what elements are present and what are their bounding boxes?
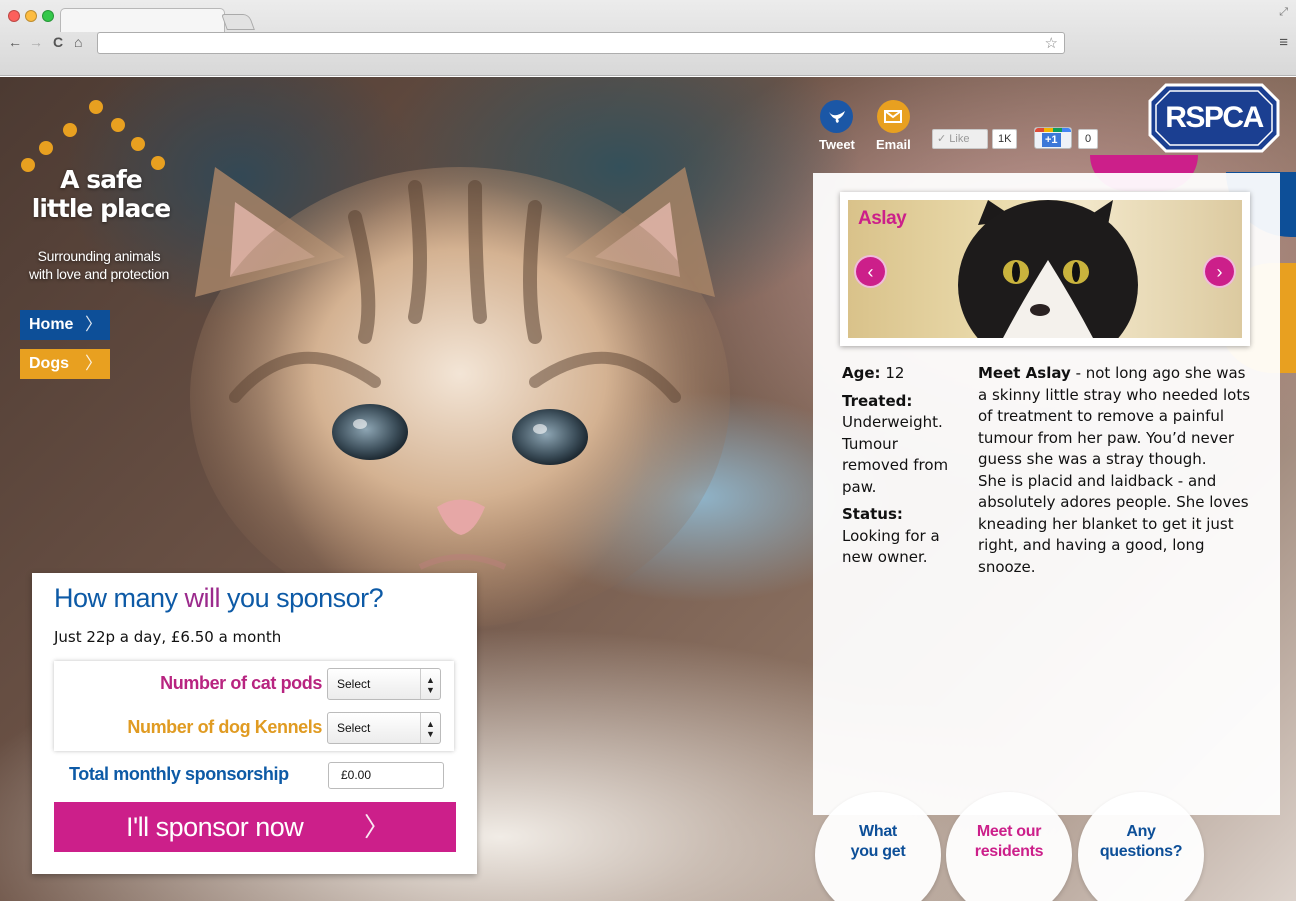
tagline-line-1: Surrounding animals — [37, 248, 161, 264]
tweet-button[interactable]: Tweet — [819, 100, 855, 152]
status-value: Looking for a new owner. — [842, 526, 940, 567]
treated-fact: Treated: Underweight. Tumour removed fro… — [842, 391, 962, 499]
bio-paragraph-2: She is placid and laidback - and absolut… — [978, 471, 1249, 576]
reload-icon[interactable]: C — [53, 34, 63, 50]
close-window-button[interactable] — [8, 10, 20, 22]
what-line-1: What — [859, 823, 897, 840]
sponsor-now-label: I'll sponsor now — [126, 812, 304, 842]
hero-page: A safe little place Surrounding animals … — [0, 77, 1296, 901]
sponsor-box: How many will you sponsor? Just 22p a da… — [32, 573, 477, 874]
envelope-icon — [876, 100, 910, 133]
resident-name: Aslay — [858, 208, 907, 229]
gplus-color-bar — [1035, 128, 1071, 132]
rspca-logo-text: RSPCA — [1165, 101, 1264, 134]
logo-tagline: Surrounding animals with love and protec… — [14, 247, 184, 283]
logo-title-line-2: little place — [31, 194, 171, 223]
sponsor-title-will: will — [184, 583, 221, 613]
browser-toolbar: ← → C ⌂ ☆ ≡ — [0, 30, 1296, 58]
minimize-window-button[interactable] — [25, 10, 37, 22]
kitten-hero-image — [190, 167, 730, 627]
tagline-line-2: with love and protection — [29, 266, 169, 282]
sponsor-title-part-a: How many — [54, 583, 185, 613]
select-arrows-icon: ▲ ▼ — [420, 669, 440, 699]
zoom-window-button[interactable] — [42, 10, 54, 22]
back-icon[interactable]: ← — [8, 34, 22, 50]
status-label: Status: — [842, 505, 903, 523]
meet-line-2: residents — [974, 843, 1044, 860]
browser-chrome: ⤢ ← → C ⌂ ☆ ≡ — [0, 0, 1296, 76]
treated-label: Treated: — [842, 391, 913, 410]
nav-home-button[interactable]: Home 〉 — [20, 310, 110, 340]
age-fact: Age: 12 — [842, 363, 962, 385]
bookmark-star-icon[interactable]: ☆ — [1045, 34, 1058, 52]
bio-intro: Meet Aslay — [978, 364, 1071, 382]
sponsor-subtitle: Just 22p a day, £6.50 a month — [54, 628, 282, 646]
rspca-logo[interactable]: RSPCA — [1148, 83, 1280, 153]
sponsor-now-button[interactable]: I'll sponsor now 〉 — [54, 802, 456, 852]
chevron-right-icon: 〉 — [85, 315, 102, 334]
address-bar[interactable]: ☆ — [97, 32, 1065, 54]
meet-line-1: Meet our — [976, 823, 1042, 840]
resident-facts: Age: 12 Treated: Underweight. Tumour rem… — [842, 363, 962, 575]
tweet-label: Tweet — [819, 137, 855, 152]
nav-dogs-button[interactable]: Dogs 〉 — [20, 349, 110, 379]
twitter-bird-icon — [820, 100, 854, 133]
age-label: Age: — [842, 364, 881, 382]
logo-title-line-1: A safe — [60, 165, 143, 194]
facebook-like-button[interactable]: ✓ Like — [932, 129, 988, 149]
window-controls — [8, 10, 54, 22]
sponsor-title: How many will you sponsor? — [54, 583, 384, 614]
treated-value: Underweight. Tumour removed from paw. — [842, 413, 949, 496]
resident-photo: Aslay ‹ › — [848, 200, 1242, 338]
fullscreen-icon[interactable]: ⤢ — [1279, 6, 1288, 19]
sponsor-title-part-c: you sponsor? — [220, 583, 384, 613]
total-sponsorship-field[interactable]: £0.00 — [328, 762, 444, 789]
safe-place-logo-title: A safe little place — [26, 165, 176, 223]
any-line-1: Any — [1126, 823, 1156, 840]
dog-kennels-select[interactable]: Select ▲ ▼ — [327, 712, 441, 744]
home-icon[interactable]: ⌂ — [74, 34, 82, 50]
new-tab-button[interactable] — [221, 14, 255, 30]
resident-photo-frame: Aslay ‹ › — [840, 192, 1250, 346]
gplus-count: 0 — [1078, 129, 1099, 149]
email-label: Email — [876, 137, 911, 152]
resident-bio: Meet Aslay - not long ago she was a skin… — [978, 363, 1258, 578]
total-sponsorship-label: Total monthly sponsorship — [69, 764, 289, 784]
gplus-label: +1 — [1042, 133, 1061, 147]
age-value: 12 — [885, 364, 905, 382]
nav-dogs-label: Dogs — [29, 355, 69, 372]
cat-photo-image — [958, 200, 1138, 338]
status-fact: Status: Looking for a new owner. — [842, 504, 962, 569]
browser-tab[interactable] — [60, 8, 225, 32]
resident-info-panel: Aslay ‹ › Age: 12 Treated: Underweight. … — [813, 173, 1280, 815]
forward-icon[interactable]: → — [29, 34, 43, 50]
bio-paragraph-1: Meet Aslay - not long ago she was a skin… — [978, 363, 1258, 471]
next-resident-button[interactable]: › — [1203, 255, 1236, 288]
select-arrows-icon: ▲ ▼ — [420, 713, 440, 743]
cat-pods-label: Number of cat pods — [160, 673, 322, 693]
dog-kennels-label: Number of dog Kennels — [127, 717, 322, 737]
browser-menu-icon[interactable]: ≡ — [1279, 34, 1288, 51]
any-line-2: questions? — [1099, 843, 1183, 860]
cat-pods-select[interactable]: Select ▲ ▼ — [327, 668, 441, 700]
chevron-right-icon: 〉 — [85, 354, 102, 373]
cat-pods-select-value: Select — [337, 677, 371, 691]
email-share-button[interactable]: Email — [876, 100, 911, 152]
sponsor-selection-box: Number of cat pods Select ▲ ▼ Number of d… — [54, 661, 454, 751]
chevron-right-icon: 〉 — [364, 812, 390, 842]
what-line-2: you get — [850, 843, 906, 860]
dog-kennels-select-value: Select — [337, 721, 371, 735]
like-count: 1K — [992, 129, 1018, 149]
previous-resident-button[interactable]: ‹ — [854, 255, 887, 288]
google-plus-one-button[interactable]: +1 — [1034, 127, 1072, 149]
nav-home-label: Home — [29, 316, 74, 333]
